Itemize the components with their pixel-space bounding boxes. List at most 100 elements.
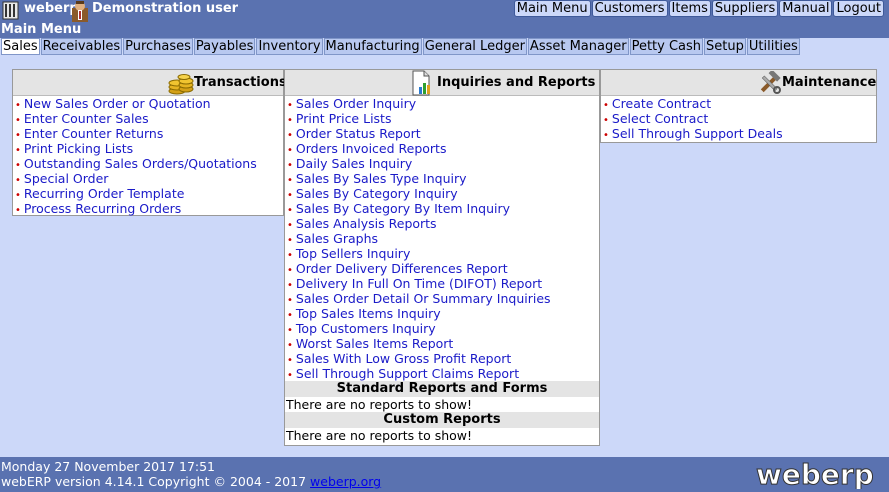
link-worst-sales-items[interactable]: Worst Sales Items Report <box>296 336 453 351</box>
link-print-picking-lists[interactable]: Print Picking Lists <box>24 141 133 156</box>
footer-bar: Monday 27 November 2017 17:51 webERP ver… <box>0 457 889 492</box>
link-sales-by-category-item[interactable]: Sales By Category By Item Inquiry <box>296 201 510 216</box>
transactions-header: Transactions <box>13 70 287 96</box>
tab-purchases[interactable]: Purchases <box>123 38 193 55</box>
server-icon <box>2 1 19 20</box>
copyright-text: webERP version 4.14.1 Copyright © 2004 -… <box>1 474 307 489</box>
inquiries-title: Inquiries and Reports <box>437 75 596 90</box>
maintenance-title: Maintenance <box>782 75 877 90</box>
link-create-contract[interactable]: Create Contract <box>612 96 711 111</box>
list-item: • Worst Sales Items Report <box>287 336 454 351</box>
link-sales-by-type[interactable]: Sales By Sales Type Inquiry <box>296 171 467 186</box>
header-bar: weberp Demonstration user Main Menu Cust… <box>0 0 889 38</box>
maintenance-header: Maintenance <box>601 70 876 96</box>
link-counter-sales[interactable]: Enter Counter Sales <box>24 111 149 126</box>
transactions-panel: Transactions • New Sales Order or Quotati… <box>12 69 287 216</box>
list-item: • Print Price Lists <box>287 111 392 126</box>
list-item: • Sales By Sales Type Inquiry <box>287 171 467 186</box>
standard-reports-header: Standard Reports and Forms <box>285 381 599 397</box>
list-item: • Outstanding Sales Orders/Quotations <box>15 156 257 171</box>
link-process-recurring[interactable]: Process Recurring Orders <box>24 201 181 216</box>
list-item: • Top Sales Items Inquiry <box>287 306 441 321</box>
list-item: • Special Order <box>15 171 109 186</box>
link-sell-through-claims[interactable]: Sell Through Support Claims Report <box>296 366 519 381</box>
tab-sales[interactable]: Sales <box>1 38 40 55</box>
top-link-suppliers[interactable]: Suppliers <box>711 0 779 17</box>
report-chart-icon <box>412 70 430 96</box>
list-item: • Sales Analysis Reports <box>287 216 437 231</box>
footer-datetime: Monday 27 November 2017 17:51 <box>1 459 216 474</box>
list-item: • Sell Through Support Claims Report <box>287 366 520 381</box>
list-item: • Top Sellers Inquiry <box>287 246 411 261</box>
list-item: • Recurring Order Template <box>15 186 185 201</box>
link-low-gross-profit[interactable]: Sales With Low Gross Profit Report <box>296 351 511 366</box>
weberp-site-link[interactable]: weberp.org <box>310 474 381 489</box>
list-item: • Daily Sales Inquiry <box>287 156 413 171</box>
tools-icon <box>760 71 781 94</box>
top-links: Main Menu Customers Items Suppliers Manu… <box>513 0 884 17</box>
user-name: Demonstration user <box>92 1 239 16</box>
list-item: • Enter Counter Sales <box>15 111 149 126</box>
link-top-customers[interactable]: Top Customers Inquiry <box>296 321 436 336</box>
top-link-manual[interactable]: Manual <box>779 0 833 17</box>
custom-reports-header: Custom Reports <box>285 412 599 428</box>
maintenance-panel: Maintenance • Create Contract • Select Con… <box>600 69 877 143</box>
link-sales-by-category[interactable]: Sales By Category Inquiry <box>296 186 458 201</box>
link-daily-sales[interactable]: Daily Sales Inquiry <box>296 156 412 171</box>
tab-setup[interactable]: Setup <box>704 38 746 55</box>
top-link-logout[interactable]: Logout <box>833 0 884 17</box>
tab-payables[interactable]: Payables <box>193 38 256 55</box>
tab-utilities[interactable]: Utilities <box>746 38 800 55</box>
module-tabs: Sales Receivables Purchases Payables Inv… <box>0 38 889 56</box>
link-sales-graphs[interactable]: Sales Graphs <box>296 231 378 246</box>
link-top-sellers[interactable]: Top Sellers Inquiry <box>296 246 410 261</box>
inquiries-panel: Inquiries and Reports • Sales Order Inqui… <box>284 69 600 446</box>
link-print-price-lists[interactable]: Print Price Lists <box>296 111 392 126</box>
link-orders-invoiced[interactable]: Orders Invoiced Reports <box>296 141 447 156</box>
footer-copyright: webERP version 4.14.1 Copyright © 2004 -… <box>1 474 381 489</box>
link-sell-through-deals[interactable]: Sell Through Support Deals <box>612 126 783 141</box>
link-new-sales-order[interactable]: New Sales Order or Quotation <box>24 96 211 111</box>
link-recurring-template[interactable]: Recurring Order Template <box>24 186 185 201</box>
link-difot-report[interactable]: Delivery In Full On Time (DIFOT) Report <box>296 276 542 291</box>
tab-general-ledger[interactable]: General Ledger <box>422 38 527 55</box>
link-order-delivery-differences[interactable]: Order Delivery Differences Report <box>296 261 508 276</box>
tab-manufacturing[interactable]: Manufacturing <box>323 38 422 55</box>
logo-text: weberp <box>756 459 874 489</box>
list-item: • Delivery In Full On Time (DIFOT) Report <box>287 276 543 291</box>
tab-petty-cash[interactable]: Petty Cash <box>629 38 704 55</box>
standard-reports-empty: There are no reports to show! <box>286 397 473 412</box>
link-select-contract[interactable]: Select Contract <box>612 111 708 126</box>
list-item: • Sales By Category Inquiry <box>287 186 458 201</box>
link-special-order[interactable]: Special Order <box>24 171 109 186</box>
link-sales-analysis[interactable]: Sales Analysis Reports <box>296 216 437 231</box>
link-outstanding-orders[interactable]: Outstanding Sales Orders/Quotations <box>24 156 257 171</box>
tab-receivables[interactable]: Receivables <box>40 38 123 55</box>
coins-icon <box>168 74 194 95</box>
page-title: Main Menu <box>1 22 82 37</box>
list-item: • Sales Graphs <box>287 231 379 246</box>
tab-asset-manager[interactable]: Asset Manager <box>527 38 629 55</box>
list-item: • Enter Counter Returns <box>15 126 164 141</box>
transactions-title: Transactions <box>194 75 287 90</box>
list-item: • Sell Through Support Deals <box>603 126 783 141</box>
top-link-customers[interactable]: Customers <box>591 0 668 17</box>
list-item: • Create Contract <box>603 96 712 111</box>
top-link-main-menu[interactable]: Main Menu <box>513 0 591 17</box>
maintenance-list: • Create Contract • Select Contract • Sell … <box>601 96 876 141</box>
link-order-detail-summary[interactable]: Sales Order Detail Or Summary Inquiries <box>296 291 551 306</box>
list-item: • Sales Order Detail Or Summary Inquiries <box>287 291 551 306</box>
link-top-sales-items[interactable]: Top Sales Items Inquiry <box>296 306 441 321</box>
list-item: • Order Delivery Differences Report <box>287 261 508 276</box>
list-item: • Order Status Report <box>287 126 421 141</box>
top-link-items[interactable]: Items <box>668 0 711 17</box>
link-counter-returns[interactable]: Enter Counter Returns <box>24 126 163 141</box>
link-sales-order-inquiry[interactable]: Sales Order Inquiry <box>296 96 416 111</box>
list-item: • Print Picking Lists <box>15 141 134 156</box>
tab-inventory[interactable]: Inventory <box>256 38 323 55</box>
list-item: • Select Contract <box>603 111 709 126</box>
list-item: • New Sales Order or Quotation <box>15 96 211 111</box>
link-order-status-report[interactable]: Order Status Report <box>296 126 421 141</box>
list-item: • Sales By Category By Item Inquiry <box>287 201 511 216</box>
weberp-logo: weberp <box>754 459 876 489</box>
